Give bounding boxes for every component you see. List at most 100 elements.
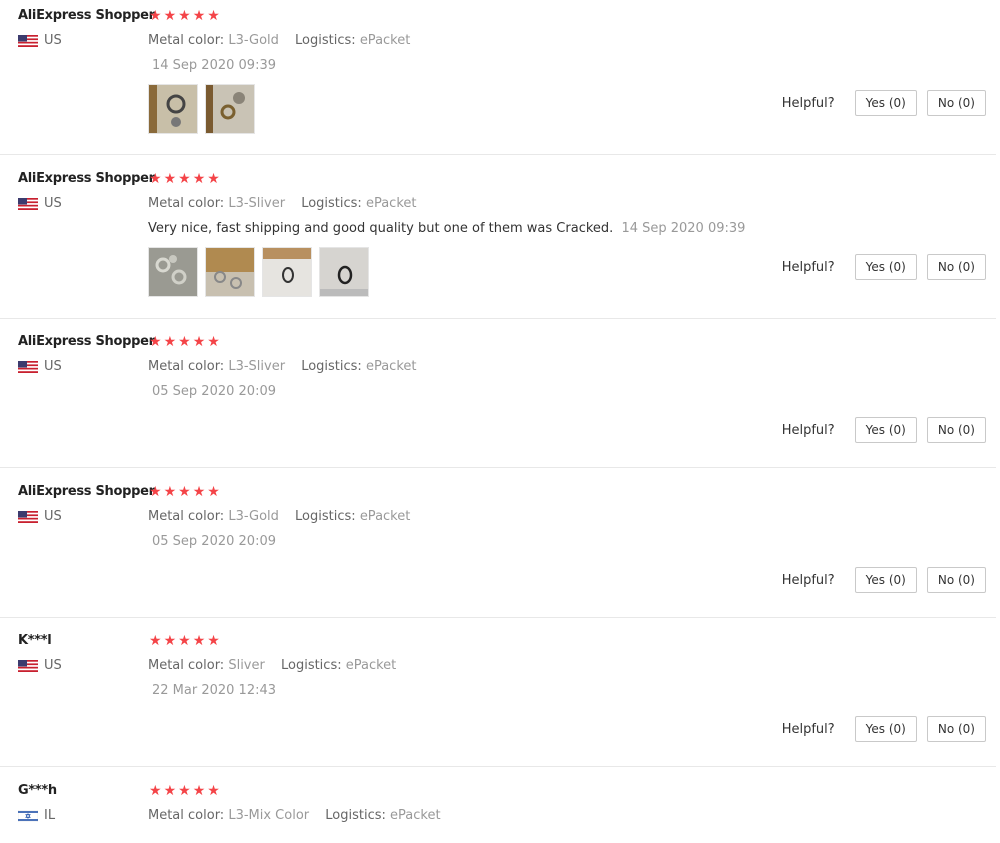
helpful-no-button[interactable]: No (0) <box>926 567 986 593</box>
us-flag-icon <box>18 659 38 672</box>
helpful-no-button[interactable]: No (0) <box>926 417 986 443</box>
review-date: 14 Sep 2020 09:39 <box>152 58 276 73</box>
star-icon: ★ <box>149 171 162 187</box>
metal-color-value: L3-Mix Color <box>228 808 310 823</box>
logistics-key: Logistics: <box>295 509 356 524</box>
review-date: 05 Sep 2020 20:09 <box>152 384 276 399</box>
logistics-value: ePacket <box>359 509 411 524</box>
country-code: US <box>44 196 62 211</box>
metal-color-value: Sliver <box>228 658 265 673</box>
helpful-no-button[interactable]: No (0) <box>926 254 986 280</box>
review-photos <box>148 84 262 134</box>
review-photo-thumbnail[interactable] <box>262 247 312 297</box>
metal-color-value: L3-Sliver <box>228 196 286 211</box>
star-icon: ★ <box>192 633 206 649</box>
us-flag-icon <box>18 360 38 373</box>
order-attributes: Metal color: L3-Gold Logistics: ePacket <box>148 33 410 48</box>
helpful-no-button[interactable]: No (0) <box>926 716 986 742</box>
review-item: AliExpress Shopper ★ ★ ★ ★ ★ US Metal color:… <box>0 334 996 468</box>
star-icon: ★ <box>207 783 220 799</box>
review-date: 14 Sep 2020 09:39 <box>621 221 746 236</box>
reviewer-country: US <box>18 33 62 48</box>
review-item: AliExpress Shopper ★ ★ ★ ★ ★ US Metal color:… <box>0 484 996 618</box>
order-attributes: Metal color: L3-Sliver Logistics: ePacke… <box>148 359 416 374</box>
il-flag-icon <box>18 809 38 822</box>
helpful-label: Helpful? <box>781 259 835 275</box>
metal-color-key: Metal color: <box>148 196 225 211</box>
logistics-value: ePacket <box>365 359 417 374</box>
helpful-feedback: Helpful? Yes (0) No (0) <box>782 567 986 593</box>
review-photo-thumbnail[interactable] <box>148 84 198 134</box>
reviewer-country: US <box>18 509 62 524</box>
order-attributes: Metal color: L3-Sliver Logistics: ePacke… <box>148 196 416 211</box>
helpful-yes-button[interactable]: Yes (0) <box>854 254 917 280</box>
star-icon: ★ <box>163 633 177 649</box>
star-icon: ★ <box>207 633 220 649</box>
star-icon: ★ <box>207 171 220 187</box>
reviewer-name: AliExpress Shopper <box>18 484 155 499</box>
us-flag-icon <box>18 197 38 210</box>
logistics-value: ePacket <box>365 196 417 211</box>
review-photos <box>148 247 376 297</box>
logistics-key: Logistics: <box>325 808 386 823</box>
reviewer-name: G***h <box>18 783 57 798</box>
helpful-feedback: Helpful? Yes (0) No (0) <box>782 90 986 116</box>
country-code: US <box>44 509 62 524</box>
star-icon: ★ <box>178 484 191 500</box>
star-icon: ★ <box>178 334 191 350</box>
logistics-key: Logistics: <box>295 33 356 48</box>
star-icon: ★ <box>163 783 177 799</box>
star-icon: ★ <box>178 171 191 187</box>
star-icon: ★ <box>149 633 162 649</box>
helpful-label: Helpful? <box>781 572 835 588</box>
review-photo-thumbnail[interactable] <box>205 84 255 134</box>
reviewer-name: AliExpress Shopper <box>18 171 155 186</box>
star-icon: ★ <box>163 8 177 24</box>
review-item: G***h ★ ★ ★ ★ ★ IL Metal color: L3-Mix Color… <box>0 783 996 843</box>
helpful-yes-button[interactable]: Yes (0) <box>854 716 917 742</box>
helpful-label: Helpful? <box>781 422 835 438</box>
review-photo-thumbnail[interactable] <box>205 247 255 297</box>
order-attributes: Metal color: L3-Mix Color Logistics: ePa… <box>148 808 441 823</box>
review-date: 22 Mar 2020 12:43 <box>152 683 277 698</box>
reviewer-name: AliExpress Shopper <box>18 334 155 349</box>
metal-color-key: Metal color: <box>148 33 225 48</box>
metal-color-value: L3-Sliver <box>228 359 286 374</box>
metal-color-key: Metal color: <box>148 658 225 673</box>
helpful-no-button[interactable]: No (0) <box>926 90 986 116</box>
rating-stars: ★ ★ ★ ★ ★ <box>149 9 222 23</box>
helpful-yes-button[interactable]: Yes (0) <box>854 90 917 116</box>
logistics-key: Logistics: <box>301 196 362 211</box>
helpful-yes-button[interactable]: Yes (0) <box>854 567 917 593</box>
helpful-yes-button[interactable]: Yes (0) <box>854 417 917 443</box>
us-flag-icon <box>18 34 38 47</box>
metal-color-value: L3-Gold <box>228 33 279 48</box>
star-icon: ★ <box>163 171 177 187</box>
star-icon: ★ <box>149 334 162 350</box>
logistics-value: ePacket <box>345 658 397 673</box>
helpful-feedback: Helpful? Yes (0) No (0) <box>782 716 986 742</box>
rating-stars: ★ ★ ★ ★ ★ <box>149 335 222 349</box>
star-icon: ★ <box>163 484 177 500</box>
star-icon: ★ <box>178 8 191 24</box>
metal-color-key: Metal color: <box>148 509 225 524</box>
rating-stars: ★ ★ ★ ★ ★ <box>149 172 222 186</box>
review-item: K***l ★ ★ ★ ★ ★ US Metal color: Sliver Logis… <box>0 633 996 767</box>
star-icon: ★ <box>149 8 162 24</box>
helpful-feedback: Helpful? Yes (0) No (0) <box>782 417 986 443</box>
star-icon: ★ <box>192 334 206 350</box>
star-icon: ★ <box>192 171 206 187</box>
reviewer-name: AliExpress Shopper <box>18 8 155 23</box>
star-icon: ★ <box>149 484 162 500</box>
logistics-value: ePacket <box>359 33 411 48</box>
star-icon: ★ <box>163 334 177 350</box>
review-photo-thumbnail[interactable] <box>148 247 198 297</box>
metal-color-key: Metal color: <box>148 808 225 823</box>
review-date: 05 Sep 2020 20:09 <box>152 534 276 549</box>
review-content: Very nice, fast shipping and good qualit… <box>148 221 745 236</box>
metal-color-key: Metal color: <box>148 359 225 374</box>
review-item: AliExpress Shopper ★ ★ ★ ★ ★ US Metal color:… <box>0 171 996 319</box>
reviewer-country: IL <box>18 808 55 823</box>
country-code: IL <box>44 808 56 823</box>
review-photo-thumbnail[interactable] <box>319 247 369 297</box>
